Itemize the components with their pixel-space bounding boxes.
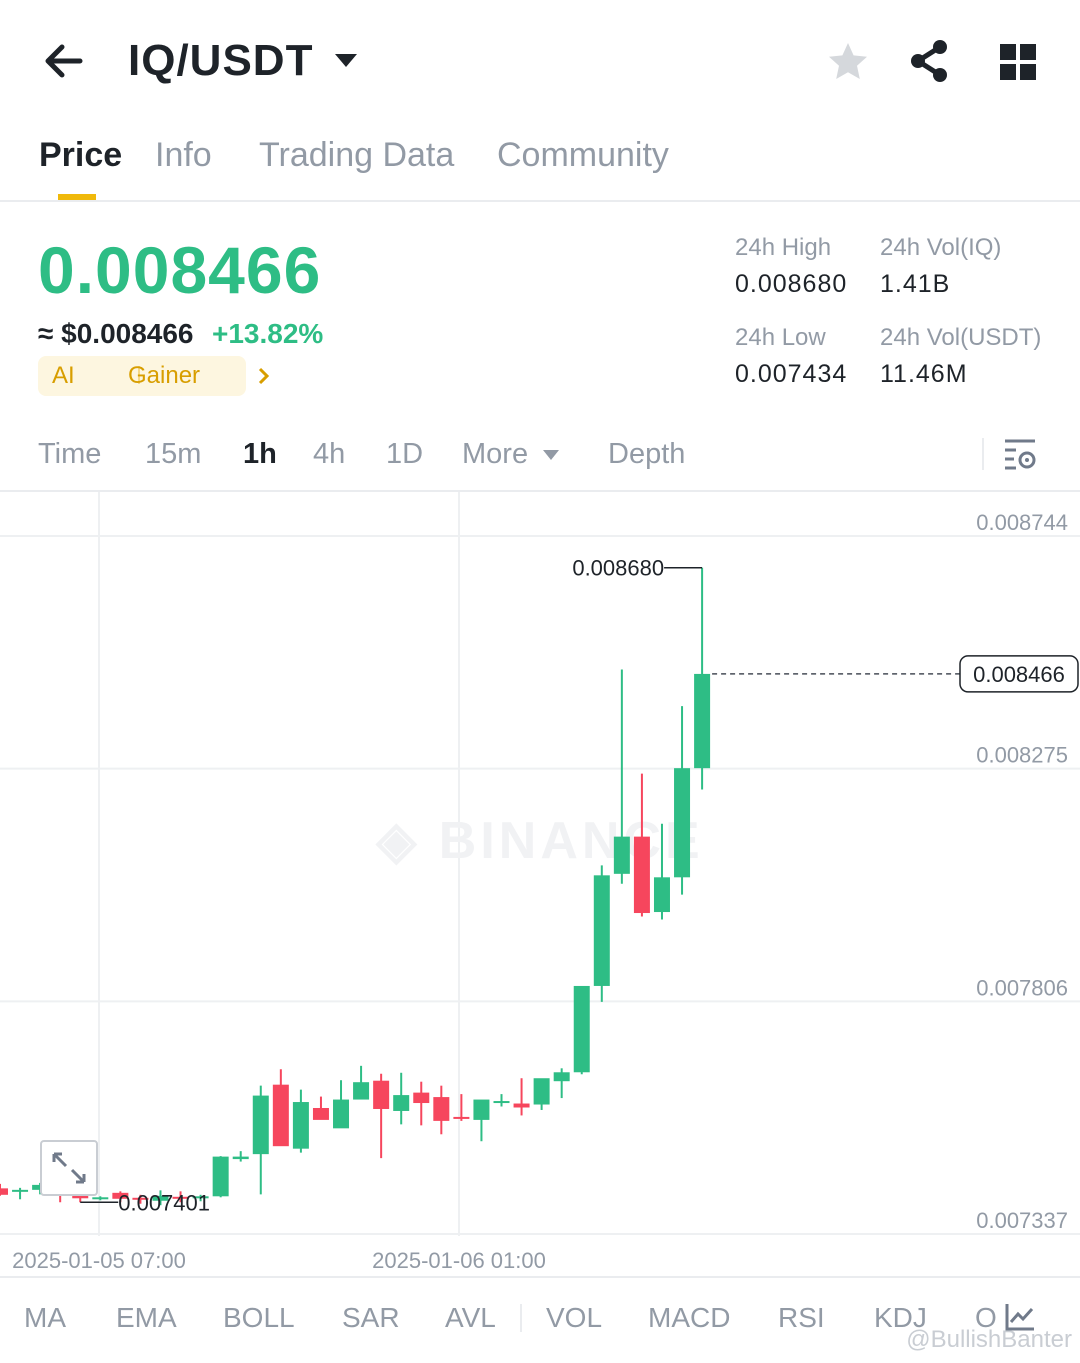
ai-gainer-tag[interactable]: AI Gainer [38,356,270,396]
indicator-avl[interactable]: AVL [445,1302,496,1334]
arrow-left-icon [45,44,83,78]
candle-body [573,985,590,1073]
candle-body [633,836,650,914]
candle-body [353,1082,370,1100]
candle-body [393,1095,410,1111]
divider [982,438,984,470]
gainer-tag-label: Gainer [128,362,201,389]
candle-body [333,1099,350,1129]
candle-body [653,877,670,913]
candle-body [513,1103,530,1108]
vol-base-value: 1.41B [880,270,951,298]
share-icon [911,40,947,82]
tab-price[interactable]: Price [39,136,122,175]
indicator-macd[interactable]: MACD [648,1302,730,1334]
chart-settings-button[interactable] [1002,436,1038,472]
favorite-button[interactable] [826,40,870,84]
exchange-watermark: ◈ BINANCE [375,812,703,870]
tab-community[interactable]: Community [497,136,669,175]
last-price: 0.008466 [38,233,322,307]
candle-body [694,673,711,769]
candle-body [252,1095,269,1155]
tab-trading-data[interactable]: Trading Data [259,136,454,175]
interval-4h[interactable]: 4h [313,438,345,471]
candle-body [212,1156,229,1197]
vol-base-label: 24h Vol(IQ) [880,234,1002,261]
high-value: 0.008680 [735,270,848,298]
y-tick-label: 0.007337 [976,1208,1068,1233]
candle-body [232,1156,249,1160]
candle-body [373,1080,390,1109]
interval-more[interactable]: More [462,438,560,471]
usd-price: ≈ $0.008466 [38,318,194,349]
candlestick-chart[interactable]: 0.008744 0.008275 0.007806 0.007337 2025-01-… [0,492,1080,1276]
interval-1d[interactable]: 1D [386,438,423,471]
candle-body [533,1078,550,1105]
divider [0,200,1080,202]
vol-quote-value: 11.46M [880,360,968,388]
ai-tag-label: AI [52,362,75,389]
caret-down-icon [335,54,357,67]
last-price-label: 0.008466 [973,662,1065,687]
indicator-ma[interactable]: MA [24,1302,66,1334]
interval-more-label: More [462,438,529,470]
chevron-right-icon [258,367,270,385]
candle-body [493,1101,510,1104]
candle-body [413,1092,430,1104]
indicator-rsi[interactable]: RSI [778,1302,825,1334]
divider [0,1276,1080,1278]
caret-down-icon [543,450,560,461]
candle-body [473,1099,490,1120]
back-button[interactable] [40,36,88,86]
candle-body [433,1097,450,1121]
fullscreen-button[interactable] [40,1140,98,1196]
x-tick-label: 2025-01-05 07:00 [12,1248,186,1273]
pair-dropdown-caret[interactable] [332,48,360,72]
candle-body [453,1116,470,1119]
interval-depth[interactable]: Depth [608,438,685,471]
high-label: 24h High [735,234,832,261]
layout-button[interactable] [998,42,1038,82]
grid-icon [1000,44,1036,80]
low-label: 24h Low [735,324,826,351]
chart-settings-icon [1005,439,1036,470]
vol-quote-label: 24h Vol(USDT) [880,324,1042,351]
y-tick-label: 0.007806 [976,975,1068,1000]
min-price-label: 0.007401 [118,1190,210,1215]
interval-15m[interactable]: 15m [145,438,201,471]
candle-body [613,836,630,874]
indicator-boll[interactable]: BOLL [223,1302,295,1334]
watermark-handle: @BullishBanter [906,1326,1072,1353]
candle-body [0,1188,8,1195]
expand-icon [52,1152,86,1184]
candle-body [292,1102,309,1149]
indicator-sar[interactable]: SAR [342,1302,400,1334]
indicator-ema[interactable]: EMA [116,1302,177,1334]
indicator-vol[interactable]: VOL [546,1302,602,1334]
tab-info[interactable]: Info [155,136,212,175]
star-icon [829,43,867,79]
max-price-label: 0.008680 [572,556,664,581]
candle-body [312,1107,329,1120]
divider [520,1304,522,1332]
interval-time[interactable]: Time [38,438,101,471]
candle-body [272,1084,289,1147]
x-tick-label: 2025-01-06 01:00 [372,1248,546,1273]
candle-body [553,1072,570,1082]
price-change: +13.82% [212,318,324,349]
interval-1h[interactable]: 1h [243,438,277,471]
pair-title[interactable]: IQ/USDT [128,36,313,86]
candle-body [674,768,691,878]
low-value: 0.007434 [735,360,848,388]
y-tick-label: 0.008744 [976,510,1068,535]
y-tick-label: 0.008275 [976,743,1068,768]
share-button[interactable] [906,38,952,84]
candle-body [593,875,610,986]
candle-body [12,1189,29,1192]
